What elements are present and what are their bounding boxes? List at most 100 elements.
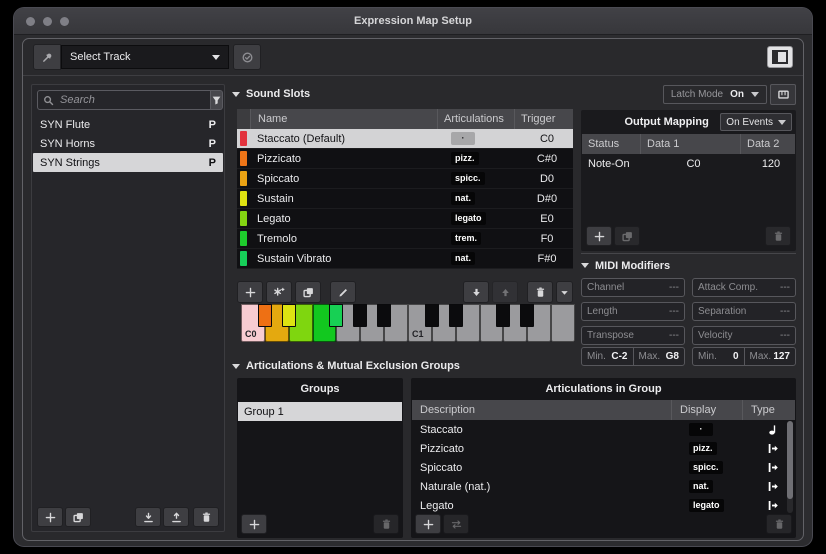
slot-options-dropdown[interactable] [556, 281, 573, 303]
black-key-Ds0[interactable] [282, 304, 296, 327]
search-field[interactable] [37, 90, 211, 110]
black-key-Gs1[interactable] [520, 304, 534, 327]
close-button[interactable] [26, 17, 35, 26]
pin-icon[interactable] [33, 44, 61, 70]
latch-mode-value: On [730, 89, 744, 100]
black-key-Cs0[interactable] [258, 304, 272, 327]
latch-mode-select[interactable]: Latch Mode On [663, 85, 767, 104]
midi-field-velocity[interactable]: Velocity--- [692, 326, 796, 345]
window-controls [26, 8, 69, 34]
remove-articulation-button[interactable] [766, 514, 792, 534]
add-group-button[interactable] [241, 514, 267, 534]
data2-column-header: Data 2 [741, 134, 795, 154]
sound-slot-row[interactable]: LegatolegatoE0 [237, 209, 573, 229]
black-key-Fs1[interactable] [496, 304, 510, 327]
midi-field-attack-comp-[interactable]: Attack Comp.--- [692, 278, 796, 297]
articulation-description: Staccato [412, 424, 689, 436]
minimize-button[interactable] [43, 17, 52, 26]
black-key-Gs0[interactable] [353, 304, 367, 327]
sidebar-map-item[interactable]: SYN FluteP [33, 115, 223, 134]
sidebar-map-item[interactable]: SYN StringsP [33, 153, 223, 172]
add-articulation-button[interactable] [266, 281, 292, 303]
swap-articulation-button[interactable] [443, 514, 469, 534]
add-slot-button[interactable] [237, 281, 263, 303]
sound-slot-row[interactable]: Pizzicatopizz.C#0 [237, 149, 573, 169]
articulations-toolbar [415, 514, 792, 534]
setup-window-layout-button[interactable] [767, 46, 793, 68]
articulation-groups-header: Articulations & Mutual Exclusion Groups [232, 356, 796, 376]
duplicate-map-button[interactable] [65, 507, 91, 527]
black-key-As0[interactable] [377, 304, 391, 327]
midi-field-row: Channel--- Attack Comp.--- [581, 278, 796, 297]
black-key-Fs0[interactable] [329, 304, 343, 327]
articulation-badge: spicc. [689, 461, 723, 474]
sidebar-map-item[interactable]: SYN HornsP [33, 134, 223, 153]
articulation-badge: nat. [451, 252, 475, 265]
output-mapping-mode-select[interactable]: On Events [720, 113, 792, 131]
sound-slot-row[interactable]: Tremolotrem.F0 [237, 229, 573, 249]
field-label: Velocity [698, 330, 732, 341]
field-value: --- [669, 282, 679, 293]
search-input[interactable] [58, 93, 205, 107]
type-column-header: Type [743, 400, 795, 420]
apply-button[interactable] [233, 44, 261, 70]
midi-field-separation[interactable]: Separation--- [692, 302, 796, 321]
articulation-row[interactable]: Staccato· [412, 420, 795, 439]
titlebar[interactable]: Expression Map Setup [14, 8, 812, 35]
black-key-Ds1[interactable] [449, 304, 463, 327]
articulation-display-cell: pizz. [689, 442, 751, 455]
sound-slot-row[interactable]: Sustain Vibratonat.F#0 [237, 249, 573, 269]
articulation-row[interactable]: Legatolegato [412, 496, 795, 515]
articulation-row[interactable]: Pizzicatopizz. [412, 439, 795, 458]
articulation-row[interactable]: Spiccatospicc. [412, 458, 795, 477]
slot-color-swatch [240, 191, 247, 206]
export-map-button[interactable] [163, 507, 189, 527]
direction-arrow-icon [751, 461, 795, 474]
articulation-row[interactable]: Naturale (nat.)nat. [412, 477, 795, 496]
collapse-triangle-icon[interactable] [581, 263, 589, 268]
slot-name: Sustain Vibrato [247, 253, 445, 265]
slot-trigger: D0 [521, 173, 573, 185]
remove-output-event-button[interactable] [765, 226, 791, 246]
articulation-badge: legato [451, 212, 486, 225]
slot-trigger: E0 [521, 213, 573, 225]
output-mapping-panel: Output Mapping On Events Status Data 1 D… [581, 110, 796, 251]
white-key-B1[interactable] [551, 304, 575, 342]
trigger-keyboard[interactable]: C0C1 [241, 304, 575, 342]
articulations-panel-title: Articulations in Group [411, 378, 796, 400]
midi-field-channel[interactable]: Channel--- [581, 278, 685, 297]
midi-field-length[interactable]: Length--- [581, 302, 685, 321]
sound-slot-row[interactable]: Spiccatospicc.D0 [237, 169, 573, 189]
remove-slot-button[interactable] [527, 281, 553, 303]
add-articulation-row-button[interactable] [415, 514, 441, 534]
slot-name: Staccato (Default) [247, 133, 445, 145]
import-map-button[interactable] [135, 507, 161, 527]
zoom-button[interactable] [60, 17, 69, 26]
output-mapping-row[interactable]: Note-OnC0120 [582, 154, 795, 173]
sound-slot-row[interactable]: Sustainnat.D#0 [237, 189, 573, 209]
map-name: SYN Flute [40, 119, 90, 131]
filter-button[interactable] [211, 90, 223, 110]
quarter-note-icon [751, 423, 795, 436]
group-item[interactable]: Group 1 [238, 402, 402, 421]
piano-keys-icon[interactable] [770, 84, 796, 105]
remove-group-button[interactable] [373, 514, 399, 534]
main-toolbar: Select Track [23, 39, 803, 76]
output-data2: 120 [747, 158, 795, 170]
edit-slot-button[interactable] [330, 281, 356, 303]
duplicate-output-event-button[interactable] [614, 226, 640, 246]
midi-field-transpose[interactable]: Transpose--- [581, 326, 685, 345]
track-selector[interactable]: Select Track [61, 45, 229, 69]
duplicate-slot-button[interactable] [295, 281, 321, 303]
black-key-Cs1[interactable] [425, 304, 439, 327]
sound-slot-row[interactable]: Staccato (Default)·C0 [237, 129, 573, 149]
move-slot-up-button[interactable] [492, 281, 518, 303]
add-output-event-button[interactable] [586, 226, 612, 246]
name-column-header: Name [251, 109, 438, 129]
add-map-button[interactable] [37, 507, 63, 527]
articulation-badge: trem. [451, 232, 481, 245]
collapse-triangle-icon[interactable] [232, 92, 240, 97]
remove-map-button[interactable] [193, 507, 219, 527]
move-slot-down-button[interactable] [463, 281, 489, 303]
collapse-triangle-icon[interactable] [232, 364, 240, 369]
